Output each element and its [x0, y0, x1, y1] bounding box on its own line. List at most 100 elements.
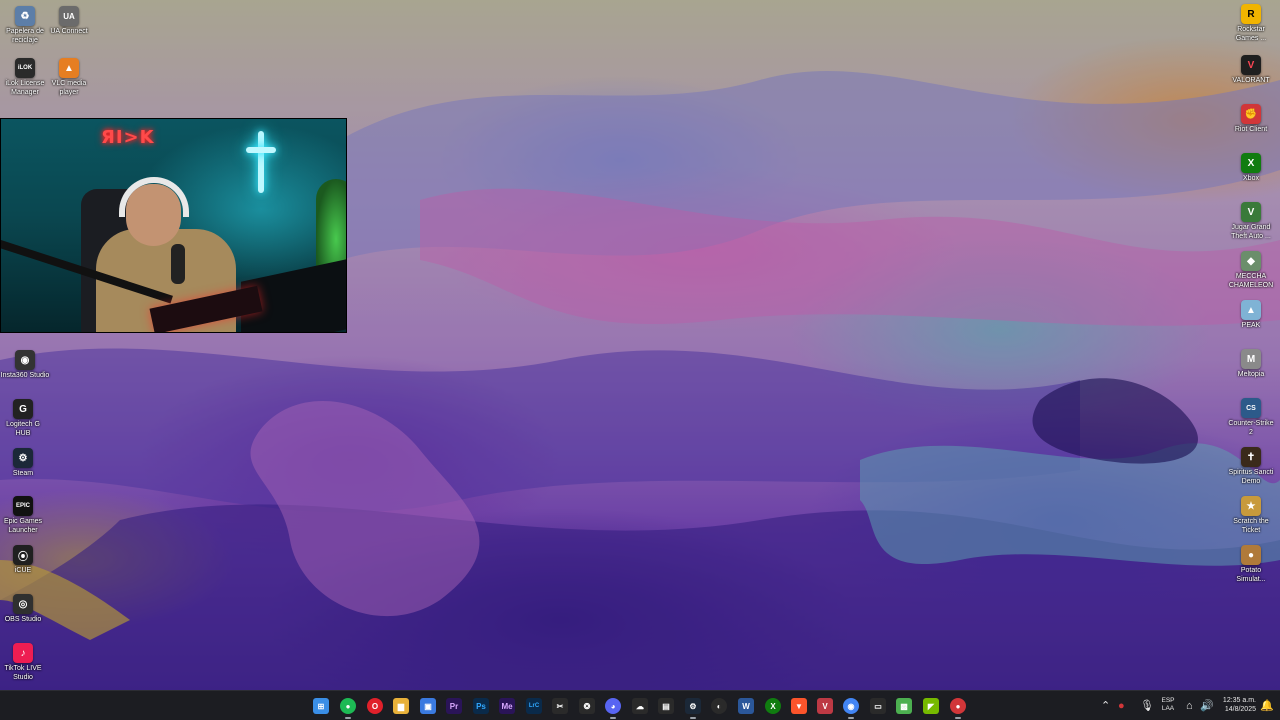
desktop-icon-obs[interactable]: ◎ OBS Studio: [0, 590, 48, 625]
neon-cross-icon: [258, 131, 264, 193]
start-button[interactable]: ⊞: [313, 698, 329, 714]
neon-cross-bar: [246, 147, 276, 153]
webcam-overlay: ЯI>K: [0, 118, 347, 333]
taskbar-app-xbox[interactable]: X: [765, 698, 781, 714]
desktop-icon-ua-connect[interactable]: UA UA Connect: [44, 2, 94, 37]
desktop-icon-label: Jugar Grand Theft Auto ...: [1231, 224, 1271, 240]
taskbar-app-nvidia[interactable]: ◤: [923, 698, 939, 714]
microphone-icon: [171, 244, 185, 284]
epic-games-icon: EPIC: [13, 496, 33, 516]
taskbar-app-lightroom-classic[interactable]: LrC: [526, 698, 542, 714]
tiktok-live-icon: ♪: [13, 643, 33, 663]
spiritus-sancti-icon: ✝: [1241, 447, 1261, 467]
taskbar-app-photos[interactable]: ▣: [420, 698, 436, 714]
desktop-icon-vlc[interactable]: ▲ VLC media player: [44, 54, 94, 97]
taskbar-app-discord[interactable]: ◕: [605, 698, 621, 719]
taskbar-app-opera[interactable]: O: [367, 698, 383, 714]
taskbar-app-capcut[interactable]: ✂: [552, 698, 568, 714]
logitech-icon: G: [13, 399, 33, 419]
neon-sign: ЯI>K: [101, 127, 155, 148]
network-icon[interactable]: ⌂: [1186, 699, 1193, 713]
riot-client-icon: ✊: [1241, 104, 1261, 124]
obs-icon: ◎: [13, 594, 33, 614]
xbox-icon: X: [1241, 153, 1261, 173]
language-indicator[interactable]: ESP LAA: [1158, 697, 1178, 713]
notification-bell-icon[interactable]: 🔔: [1260, 699, 1274, 713]
desktop-icon-peak[interactable]: ▲ PEAK: [1226, 296, 1276, 331]
desktop-icon-spiritus-sancti[interactable]: ✝ Spiritus Sancti Demo: [1226, 443, 1276, 486]
desktop-icon-meccha-chameleon[interactable]: ◆ MECCHA CHAMELEON: [1226, 247, 1276, 290]
taskbar-app-edge[interactable]: ◐: [711, 698, 727, 714]
taskbar-app-photoshop[interactable]: Ps: [473, 698, 489, 714]
taskbar-app-chatgpt[interactable]: ❂: [579, 698, 595, 714]
language-code: ESP: [1161, 697, 1175, 704]
desktop-icon-ilok[interactable]: iLOK iLok License Manager: [0, 54, 50, 97]
desktop-icon-label: Xbox: [1243, 175, 1259, 182]
desktop-icon-rockstar[interactable]: R Rockstar Games ...: [1226, 0, 1276, 43]
wallpaper-dim-overlay: [0, 0, 1280, 690]
taskbar-app-minecraft[interactable]: ▩: [896, 698, 912, 714]
taskbar-app-valorant[interactable]: V: [817, 698, 833, 714]
chevron-up-icon[interactable]: ⌃: [1101, 699, 1110, 713]
desktop-icon-meltopia[interactable]: M Meltopia: [1226, 345, 1276, 380]
taskbar-app-steam[interactable]: ⚙: [685, 698, 701, 719]
desktop-icon-logitech-g-hub[interactable]: G Logitech G HUB: [0, 395, 48, 438]
desktop-icon-insta360[interactable]: ◉ Insta360 Studio: [0, 346, 50, 381]
desktop-icon-recycle-bin[interactable]: ♻ Papelera de reciclaje: [0, 2, 50, 45]
desktop-icon-label: UA Connect: [50, 28, 88, 35]
desktop-icon-label: MECCHA CHAMELEON: [1228, 273, 1274, 289]
valorant-icon: V: [1241, 55, 1261, 75]
volume-icon[interactable]: 🔊: [1200, 699, 1214, 713]
desktop-icon-label: Insta360 Studio: [0, 372, 50, 379]
desktop-icon-label: Spiritus Sancti Demo: [1228, 469, 1274, 485]
taskbar-app-brave[interactable]: ▼: [791, 698, 807, 714]
desktop-icon-label: Potato Simulat...: [1236, 567, 1266, 583]
taskbar-app-word[interactable]: W: [738, 698, 754, 714]
taskbar-app-file-explorer[interactable]: ▆: [393, 698, 409, 714]
meltopia-icon: M: [1241, 349, 1261, 369]
region-code: LAA: [1161, 705, 1175, 712]
desktop-icon-icue[interactable]: ⦿ iCUE: [0, 541, 48, 576]
taskbar-app-notepad[interactable]: ▤: [658, 698, 674, 714]
desktop-icon-steam[interactable]: ⚙ Steam: [0, 444, 48, 479]
desktop-icon-tiktok-live[interactable]: ♪ TikTok LIVE Studio: [0, 639, 48, 682]
insta360-icon: ◉: [15, 350, 35, 370]
desktop-icon-label: Steam: [12, 470, 34, 477]
desktop-icon-label: OBS Studio: [4, 616, 42, 623]
clock-time: 12:35 a.m.: [1222, 697, 1256, 704]
taskbar-app-onedrive[interactable]: ☁: [632, 698, 648, 714]
taskbar-app-premiere-pro[interactable]: Pr: [446, 698, 462, 714]
clock[interactable]: 12:35 a.m. 14/8/2025: [1214, 696, 1256, 714]
potato-simulator-icon: ●: [1241, 545, 1261, 565]
desktop-icon-potato-simulator[interactable]: ● Potato Simulat...: [1226, 541, 1276, 584]
taskbar-app-recorder[interactable]: ●: [950, 698, 966, 719]
desktop-icon-label: Counter-Strike 2: [1228, 420, 1274, 436]
steam-icon: ⚙: [13, 448, 33, 468]
desktop-icon-label: PEAK: [1241, 322, 1261, 329]
desktop-icon-valorant[interactable]: V VALORANT: [1226, 51, 1276, 86]
desktop-icon-scratch-the-ticket[interactable]: ★ Scratch the Ticket: [1226, 492, 1276, 535]
recycle-bin-icon: ♻: [15, 6, 35, 26]
tray-app-icon[interactable]: ●: [1118, 699, 1125, 713]
desktop-icon-epic-games[interactable]: EPIC Epic Games Launcher: [0, 492, 48, 535]
desktop-icon-xbox[interactable]: X Xbox: [1226, 149, 1276, 184]
microphone-icon[interactable]: 🎙: [1140, 699, 1154, 713]
vlc-icon: ▲: [59, 58, 79, 78]
desktop-icon-label: TikTok LIVE Studio: [4, 665, 42, 681]
desktop-icon-label: Epic Games Launcher: [3, 518, 43, 534]
desktop-icon-gta[interactable]: V Jugar Grand Theft Auto ...: [1226, 198, 1276, 241]
scratch-ticket-icon: ★: [1241, 496, 1261, 516]
desktop-icon-label: Scratch the Ticket: [1233, 518, 1269, 534]
taskbar-app-chrome[interactable]: ◉: [843, 698, 859, 719]
counter-strike-icon: CS: [1241, 398, 1261, 418]
taskbar-app-save[interactable]: ▭: [870, 698, 886, 714]
desktop-icon-counter-strike[interactable]: CS Counter-Strike 2: [1226, 394, 1276, 437]
desktop-icon-riot-client[interactable]: ✊ Riot Client: [1226, 100, 1276, 135]
taskbar-app-spotify[interactable]: ●: [340, 698, 356, 719]
taskbar-app-media-encoder[interactable]: Me: [499, 698, 515, 714]
peak-icon: ▲: [1241, 300, 1261, 320]
icue-icon: ⦿: [13, 545, 33, 565]
desktop-icon-label: Papelera de reciclaje: [6, 28, 44, 44]
desktop-icon-label: Riot Client: [1234, 126, 1268, 133]
desktop-icon-label: VLC media player: [51, 80, 87, 96]
